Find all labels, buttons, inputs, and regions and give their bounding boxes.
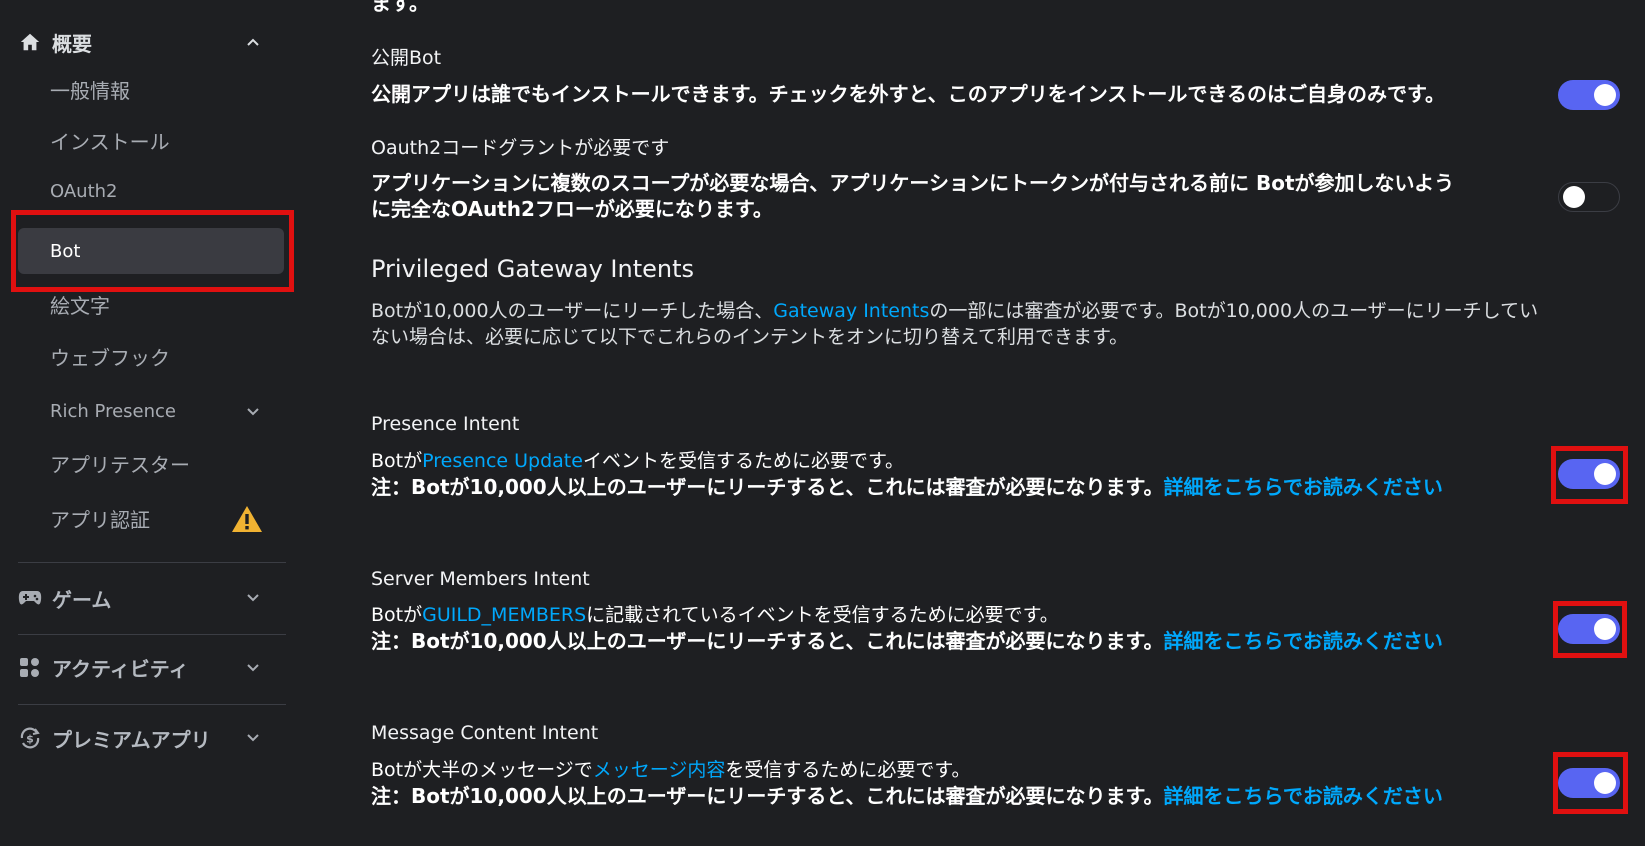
- privileged-intents-description-line2: ない場合は、必要に応じて以下でこれらのインテントをオンに切り替えて利用できます。: [371, 326, 1129, 348]
- read-more-link[interactable]: 詳細をこちらでお読みください: [1164, 629, 1443, 653]
- oauth2-grant-description-line1: アプリケーションに複数のスコープが必要な場合、アプリケーションにトークンが付与さ…: [371, 171, 1455, 195]
- sidebar-item-emoji[interactable]: 絵文字: [18, 281, 284, 327]
- message-content-intent-description: Botが大半のメッセージでメッセージ内容を受信するために必要です。: [371, 757, 970, 784]
- highlight-box-message-content-toggle: [1553, 752, 1628, 814]
- description-text: を受信するために必要です。: [725, 759, 971, 781]
- server-members-intent-title: Server Members Intent: [371, 568, 590, 590]
- oauth2-grant-description-line2: に完全なOAuth2フローが必要になります。: [371, 197, 773, 221]
- sidebar-section-overview[interactable]: 概要: [18, 27, 92, 57]
- oauth2-grant-toggle[interactable]: [1558, 182, 1620, 212]
- sidebar-item-install[interactable]: インストール: [18, 117, 284, 163]
- description-text: に記載されているイベントを受信するために必要です。: [586, 604, 1059, 626]
- sidebar-item-oauth2[interactable]: OAuth2: [18, 168, 284, 214]
- sidebar-item-label: 一般情報: [50, 78, 130, 103]
- gateway-intents-link[interactable]: Gateway Intents: [773, 300, 929, 322]
- chevron-down-icon[interactable]: [244, 729, 262, 747]
- sidebar-item-webhooks[interactable]: ウェブフック: [18, 333, 284, 379]
- presence-intent-title: Presence Intent: [371, 413, 520, 435]
- warning-icon: [231, 505, 263, 533]
- divider: [18, 562, 286, 563]
- sidebar-item-label: インストール: [50, 129, 170, 154]
- gamepad-icon: [18, 586, 42, 610]
- chevron-down-icon[interactable]: [244, 403, 262, 421]
- privileged-intents-heading: Privileged Gateway Intents: [371, 255, 694, 283]
- message-content-link[interactable]: メッセージ内容: [593, 759, 726, 781]
- divider: [18, 634, 286, 635]
- activity-icon: [18, 655, 42, 679]
- presence-intent-note: 注：Botが10,000人以上のユーザーにリーチすると、これには審査が必要になり…: [371, 474, 1443, 501]
- highlight-box-presence-toggle: [1551, 446, 1628, 504]
- presence-intent-description: BotがPresence Updateイベントを受信するために必要です。: [371, 448, 904, 475]
- public-bot-toggle[interactable]: [1558, 80, 1620, 110]
- public-bot-title: 公開Bot: [371, 47, 442, 69]
- sidebar-item-label: アプリテスター: [50, 452, 190, 477]
- note-text: 注：Botが10,000人以上のユーザーにリーチすると、これには審査が必要になり…: [371, 784, 1164, 808]
- sidebar-item-label: 絵文字: [50, 293, 110, 318]
- home-icon: [18, 30, 42, 54]
- sidebar-section-label: アクティビティ: [52, 656, 189, 681]
- toggle-knob: [1563, 186, 1585, 208]
- cut-off-text: ます。: [371, 0, 429, 15]
- server-members-intent-description: BotがGUILD_MEMBERSに記載されているイベントを受信するために必要で…: [371, 602, 1059, 629]
- divider: [18, 704, 286, 705]
- description-text: Botが10,000人のユーザーにリーチした場合、: [371, 300, 774, 322]
- chevron-down-icon[interactable]: [244, 589, 262, 607]
- description-text: の一部には審査が必要です。Botが10,000人のユーザーにリーチしてい: [929, 300, 1539, 322]
- server-members-intent-note: 注：Botが10,000人以上のユーザーにリーチすると、これには審査が必要になり…: [371, 628, 1443, 655]
- sidebar-item-label: ウェブフック: [50, 345, 170, 370]
- sidebar-item-label: Rich Presence: [50, 400, 176, 422]
- description-text: Botが: [371, 604, 423, 626]
- read-more-link[interactable]: 詳細をこちらでお読みください: [1164, 784, 1443, 808]
- svg-text:$: $: [26, 733, 34, 746]
- sidebar: 概要 一般情報 インストール OAuth2 Bot 絵文字 ウェブフック Ric…: [0, 0, 300, 846]
- sidebar-section-premium-apps[interactable]: $ プレミアムアプリ: [18, 723, 211, 753]
- sidebar-section-label: プレミアムアプリ: [52, 727, 211, 752]
- read-more-link[interactable]: 詳細をこちらでお読みください: [1164, 475, 1443, 499]
- sidebar-item-label: アプリ認証: [50, 507, 150, 532]
- description-text: Botが大半のメッセージで: [371, 759, 593, 781]
- sidebar-item-general[interactable]: 一般情報: [18, 66, 284, 112]
- description-text: イベントを受信するために必要です。: [582, 450, 905, 472]
- guild-members-link[interactable]: GUILD_MEMBERS: [422, 604, 586, 626]
- sidebar-section-activities[interactable]: アクティビティ: [18, 652, 189, 682]
- sidebar-item-label: OAuth2: [50, 180, 118, 202]
- note-text: 注：Botが10,000人以上のユーザーにリーチすると、これには審査が必要になり…: [371, 629, 1164, 653]
- sidebar-section-games[interactable]: ゲーム: [18, 583, 111, 613]
- main-content: ます。 公開Bot 公開アプリは誰でもインストールできます。チェックを外すと、こ…: [371, 0, 1645, 846]
- public-bot-description: 公開アプリは誰でもインストールできます。チェックを外すと、このアプリをインストー…: [371, 82, 1445, 106]
- chevron-up-icon[interactable]: [244, 33, 262, 51]
- toggle-knob: [1594, 84, 1616, 106]
- highlight-box-server-members-toggle: [1553, 601, 1627, 658]
- presence-update-link[interactable]: Presence Update: [422, 450, 583, 472]
- sidebar-section-label: 概要: [52, 31, 92, 56]
- description-text: Botが: [371, 450, 423, 472]
- message-content-intent-title: Message Content Intent: [371, 722, 599, 744]
- oauth2-grant-title: Oauth2コードグラントが必要です: [371, 137, 670, 159]
- premium-icon: $: [18, 726, 42, 750]
- chevron-down-icon[interactable]: [244, 659, 262, 677]
- sidebar-item-app-testers[interactable]: アプリテスター: [18, 440, 284, 486]
- privileged-intents-description-line1: Botが10,000人のユーザーにリーチした場合、Gateway Intents…: [371, 298, 1538, 325]
- message-content-intent-note: 注：Botが10,000人以上のユーザーにリーチすると、これには審査が必要になり…: [371, 783, 1443, 810]
- sidebar-section-label: ゲーム: [52, 587, 112, 612]
- note-text: 注：Botが10,000人以上のユーザーにリーチすると、これには審査が必要になり…: [371, 475, 1164, 499]
- highlight-box-bot: [11, 210, 294, 292]
